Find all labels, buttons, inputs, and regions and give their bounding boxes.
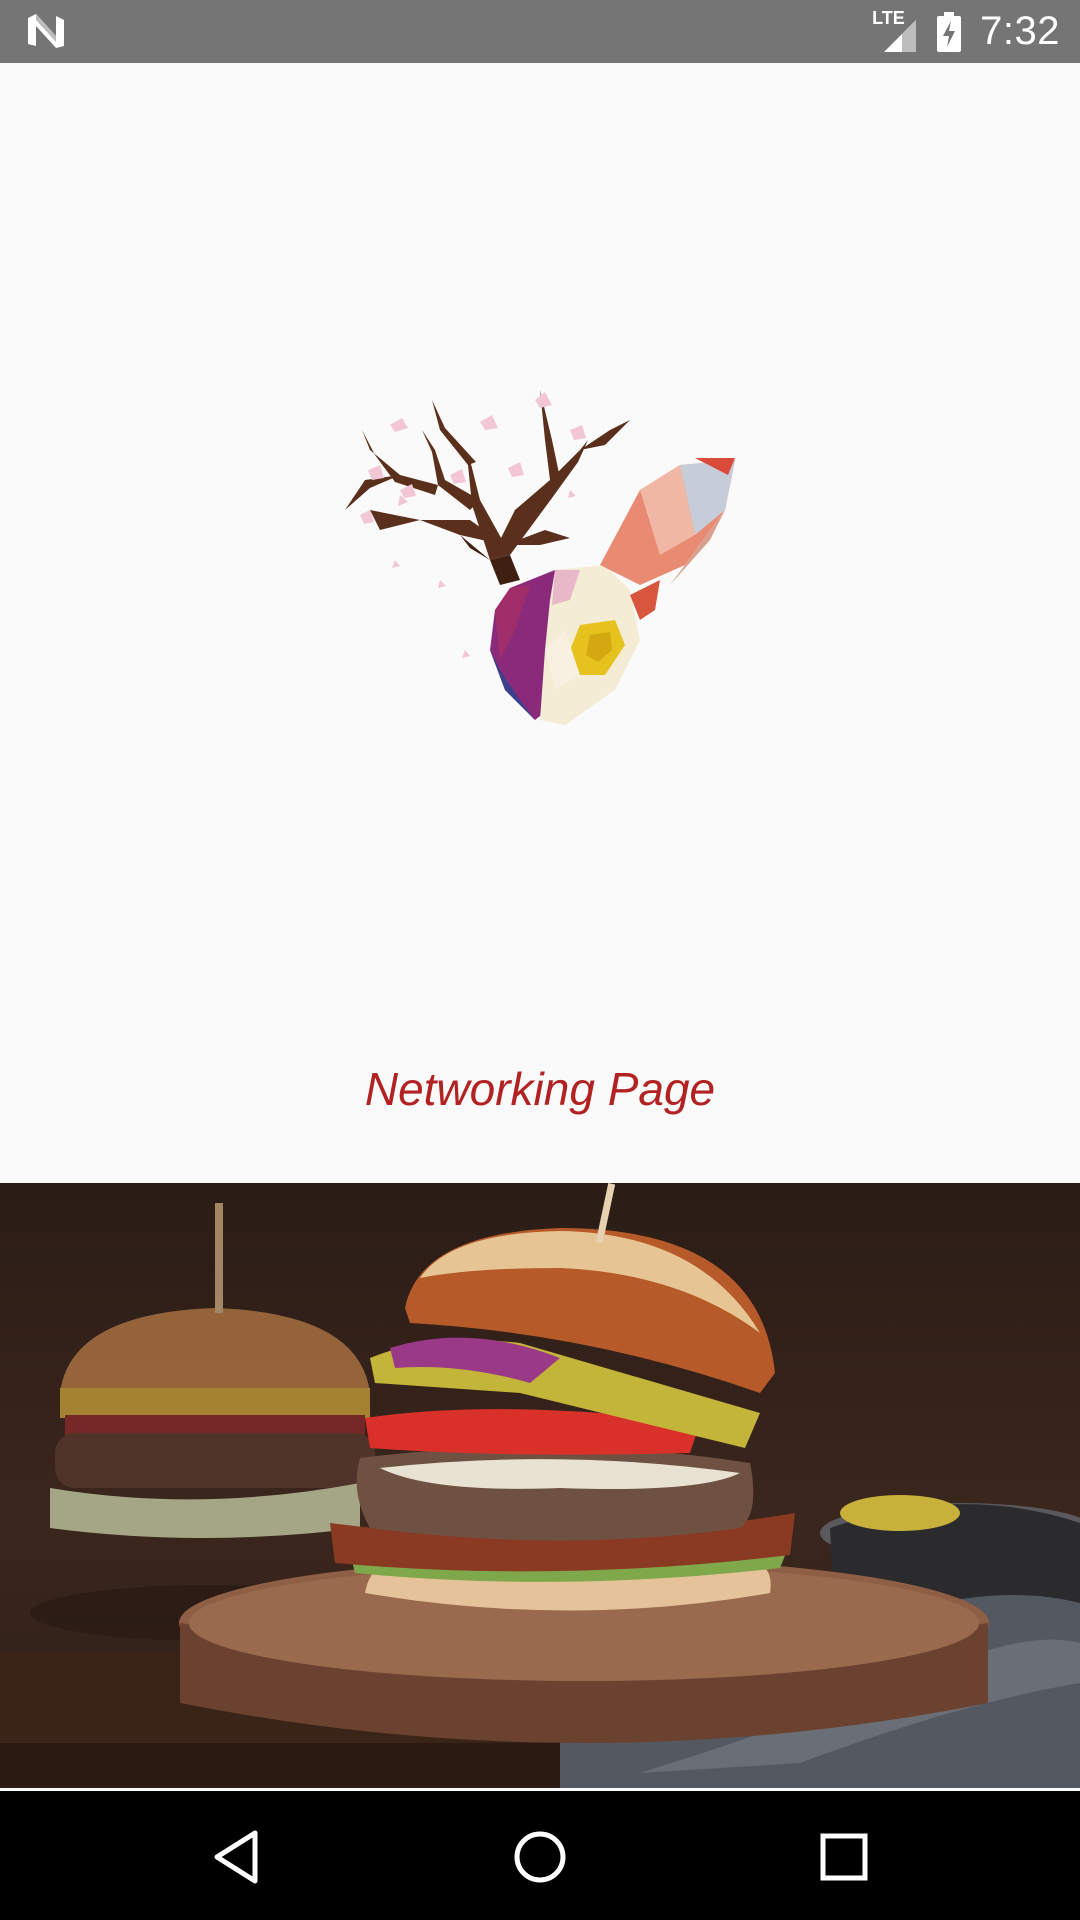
cell-signal-icon: LTE [872,8,918,52]
home-circle-icon [514,1831,566,1883]
app-logo [340,370,740,740]
status-time: 7:32 [980,9,1060,53]
burger-photo [0,1183,1080,1788]
battery-charging-icon [937,11,962,52]
recents-button[interactable] [804,1817,884,1897]
recents-square-icon [820,1833,868,1881]
page-title: Networking Page [364,1063,716,1115]
n-logo-icon [28,14,64,48]
back-button[interactable] [196,1817,276,1897]
navigation-bar [0,1791,1080,1920]
home-button[interactable] [500,1817,580,1897]
status-bar: LTE 7:32 [0,0,1080,63]
back-triangle-icon [214,1830,258,1884]
screen: LTE 7:32 Networking Page [0,0,1080,1920]
